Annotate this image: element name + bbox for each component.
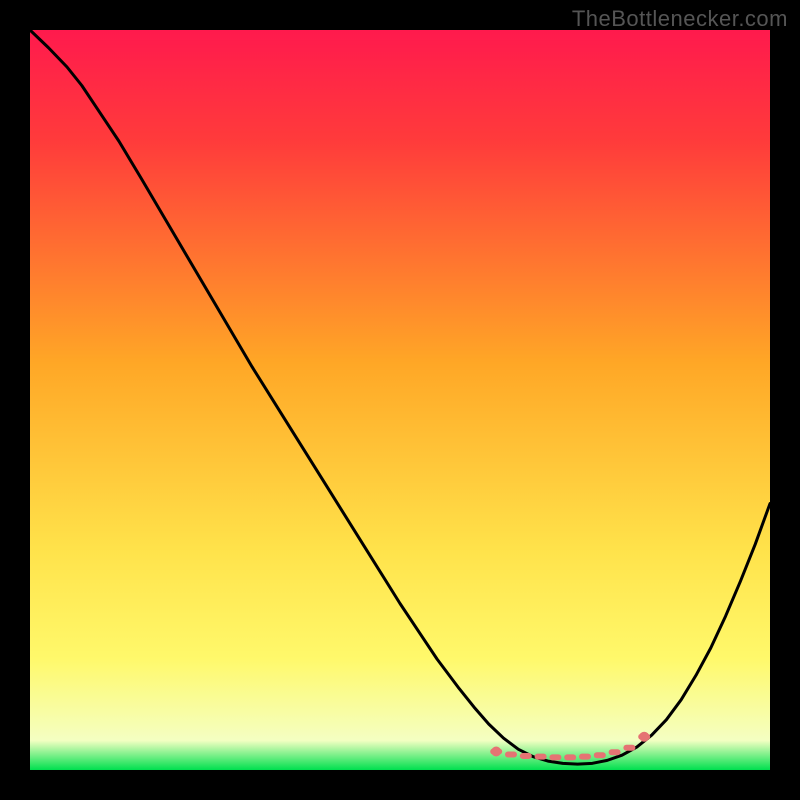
watermark-label: TheBottlenecker.com: [572, 6, 788, 32]
trough-marker-end: [639, 732, 649, 742]
trough-marker: [505, 751, 517, 757]
chart-frame: [30, 30, 770, 770]
trough-marker: [564, 754, 576, 760]
trough-marker: [579, 754, 591, 760]
trough-marker: [535, 754, 547, 760]
trough-marker-end: [491, 747, 501, 757]
trough-marker: [594, 752, 606, 758]
trough-marker: [549, 754, 561, 760]
trough-marker: [623, 745, 635, 751]
main-curve: [30, 30, 770, 764]
trough-marker: [609, 749, 621, 755]
chart-curve-layer: [30, 30, 770, 770]
trough-marker: [520, 753, 532, 759]
